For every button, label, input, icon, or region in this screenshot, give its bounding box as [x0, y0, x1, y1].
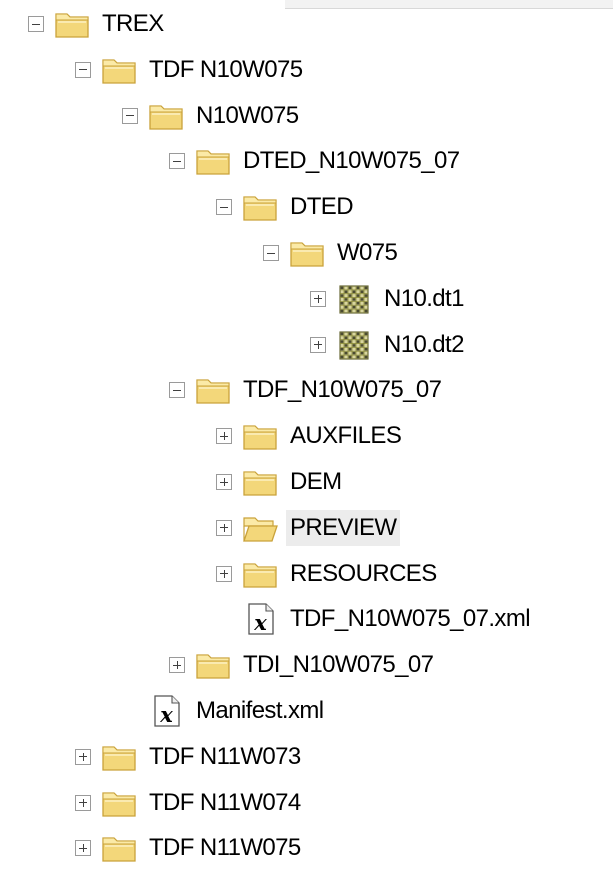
folder-icon [102, 746, 136, 771]
tree-node-tdf-n11w075[interactable]: TDF N11W075 [75, 825, 305, 871]
collapse-icon[interactable] [169, 153, 185, 170]
expand-icon[interactable] [310, 336, 326, 353]
tree-node-label: DEM [290, 468, 342, 495]
svg-text:x: x [159, 702, 173, 727]
expand-icon[interactable] [169, 657, 185, 674]
tree-node-label: TDF_N10W075_07.xml [290, 605, 531, 633]
tree-node-label: TDF N10W075 [149, 55, 303, 83]
tree-node-preview[interactable]: PREVIEW [216, 505, 401, 551]
tree-node-tdi-n10w075-07[interactable]: TDI_N10W075_07 [169, 642, 437, 688]
tree-node-dted[interactable]: DTED [216, 184, 357, 230]
folder-icon [196, 379, 230, 405]
tree-node-label: N10W075 [196, 101, 299, 129]
tree-node-n10-dt2[interactable]: N10.dt2 [310, 322, 468, 368]
folder-icon [290, 242, 324, 267]
tree-node-dem[interactable]: DEM [216, 459, 346, 505]
expand-icon[interactable] [75, 794, 91, 811]
tree-node-label: W075 [337, 239, 398, 266]
tree-node-label: N10.dt2 [384, 330, 464, 358]
tree-node-label: TREX [102, 10, 164, 37]
tree-node-tdf-n10w075-07-xml[interactable]: x TDF_N10W075_07.xml [216, 596, 534, 642]
folder-icon [196, 654, 230, 679]
folder-icon [243, 425, 277, 450]
expand-icon[interactable] [216, 474, 232, 490]
toggle-spacer [216, 611, 232, 627]
tree-node-label: RESOURCES [290, 559, 437, 587]
tree-node-tdf-n11w073[interactable]: TDF N11W073 [75, 734, 305, 780]
expand-icon[interactable] [216, 519, 232, 536]
tree-node-label: TDF N11W074 [149, 788, 301, 816]
tree-node-label: TDF N11W073 [149, 742, 301, 770]
tree-node-resources[interactable]: RESOURCES [216, 551, 441, 597]
collapse-icon[interactable] [28, 16, 44, 32]
tree-node-label: DTED [290, 193, 354, 221]
collapse-icon[interactable] [169, 382, 185, 399]
folder-open-icon [243, 517, 278, 542]
folder-icon [196, 150, 230, 176]
tree-node-manifest-xml[interactable]: x Manifest.xml [122, 688, 328, 734]
tree-node-label: PREVIEW [286, 509, 401, 546]
tree-node-w075[interactable]: W075 [263, 230, 401, 276]
expand-icon[interactable] [216, 428, 232, 445]
raster-grid-icon [339, 285, 369, 314]
folder-icon [243, 196, 277, 221]
folder-icon [243, 562, 277, 588]
tree-node-tdf-n10w075-07[interactable]: TDF_N10W075_07 [169, 367, 445, 413]
tree-node-label: DTED_N10W075_07 [243, 147, 460, 175]
collapse-icon[interactable] [75, 61, 91, 78]
xml-file-icon: x [154, 695, 180, 727]
tree-node-label: N10.dt1 [384, 284, 464, 312]
tree-node-auxfiles[interactable]: AUXFILES [216, 413, 405, 459]
svg-text:x: x [253, 610, 267, 635]
folder-icon [102, 837, 136, 863]
folder-icon [102, 59, 136, 84]
tree-node-tdf-n10w075[interactable]: TDF N10W075 [75, 47, 306, 93]
tree-node-trex[interactable]: TREX [28, 1, 168, 47]
expand-icon[interactable] [75, 748, 91, 765]
collapse-icon[interactable] [122, 107, 138, 124]
tree-node-label: TDF N11W075 [149, 834, 301, 862]
tree-node-n10w075[interactable]: N10W075 [122, 93, 303, 139]
tree-node-label: AUXFILES [290, 422, 402, 450]
collapse-icon[interactable] [216, 199, 232, 216]
folder-icon [243, 471, 277, 496]
expand-icon[interactable] [75, 840, 91, 857]
folder-icon [55, 13, 89, 38]
toggle-spacer [122, 703, 138, 719]
expand-icon[interactable] [216, 565, 232, 582]
tree-node-n10-dt1[interactable]: N10.dt1 [310, 276, 468, 322]
collapse-icon[interactable] [263, 245, 279, 261]
raster-grid-icon [339, 330, 369, 360]
expand-icon[interactable] [310, 290, 326, 307]
folder-icon [102, 791, 136, 817]
tree-node-tdf-n11w074[interactable]: TDF N11W074 [75, 780, 305, 826]
folder-icon [149, 104, 183, 130]
xml-file-icon: x [248, 603, 274, 635]
tree-node-label: Manifest.xml [196, 697, 324, 724]
tree-node-label: TDF_N10W075_07 [243, 376, 442, 404]
catalog-tree[interactable]: TREX TDF N10W075 N10W075 DTED_N10W075_07 DTE… [0, 0, 613, 887]
tree-node-label: TDI_N10W075_07 [243, 651, 434, 679]
tree-node-dted-n10w075-07[interactable]: DTED_N10W075_07 [169, 138, 463, 184]
